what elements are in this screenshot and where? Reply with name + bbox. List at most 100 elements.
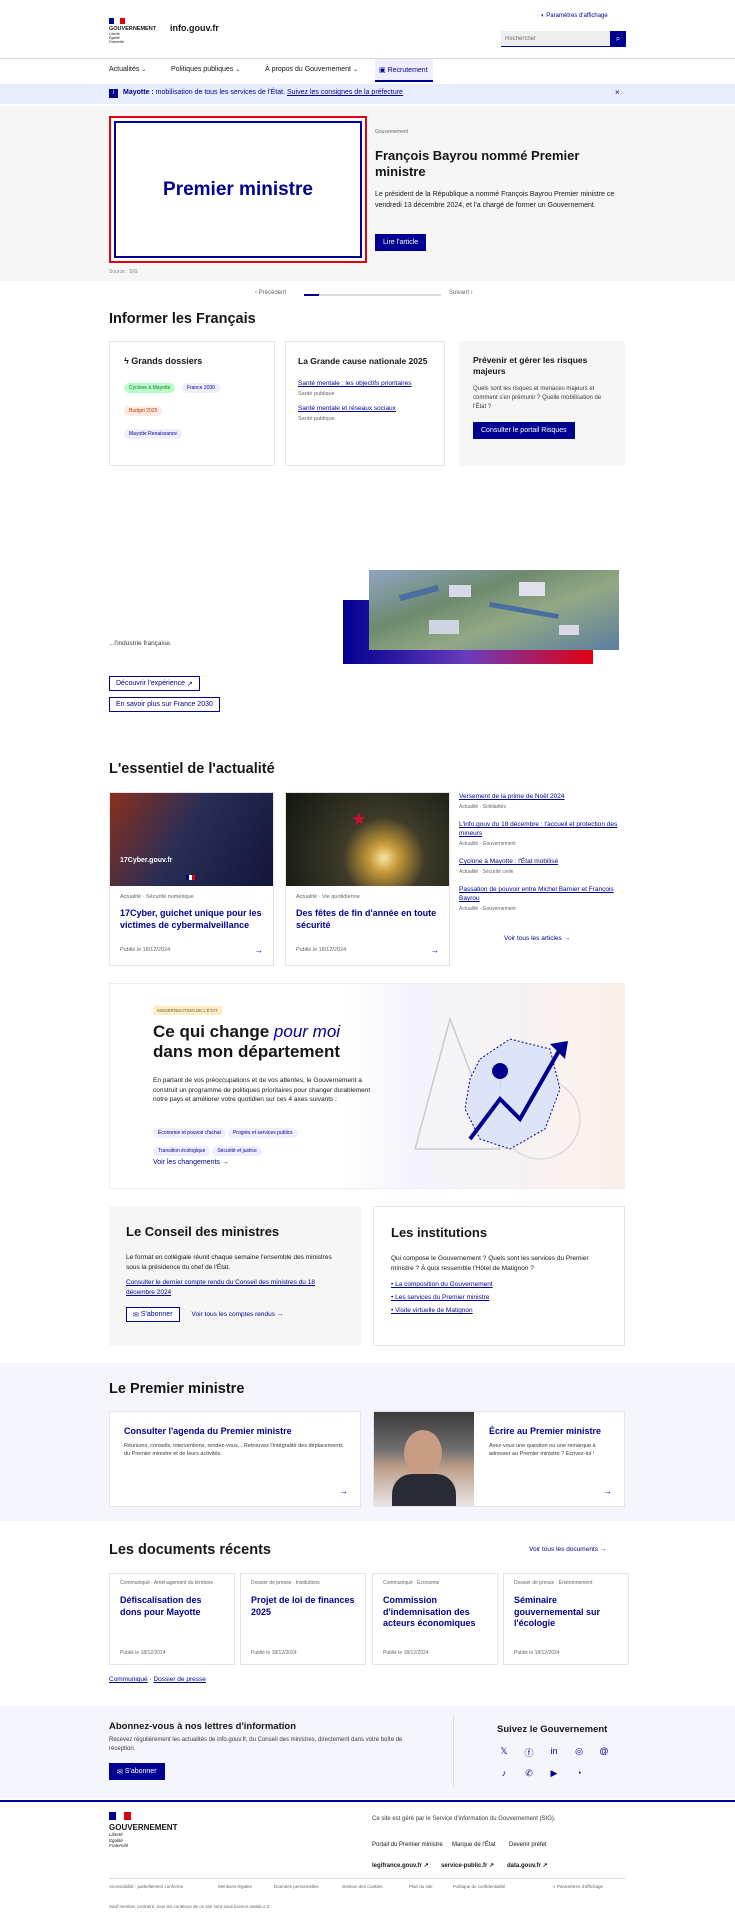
whatsapp-icon[interactable]: ✆ [523, 1768, 535, 1779]
alert-link[interactable]: Suivez les consignes de la préfecture [287, 89, 403, 96]
filter-communique[interactable]: Communiqué [109, 1676, 148, 1683]
cause-title: La Grande cause nationale 2025 [298, 356, 428, 366]
arrow-right-icon: → [219, 1159, 229, 1166]
footer-bottom-politique[interactable]: Politique de confidentialité [453, 1884, 505, 1889]
info-icon: i [109, 89, 118, 98]
actu-list-item-3[interactable]: Cyclone à Mayotte : l'État mobilisé [459, 857, 625, 866]
hero-credit: Source : SIG [109, 269, 138, 275]
institutions-link-1[interactable]: • La composition du Gouvernement [391, 1281, 607, 1288]
footer-bottom-plan[interactable]: Plan du site [409, 1884, 433, 1889]
cause-link-2[interactable]: Santé mentale et réseaux sociaux [298, 405, 432, 412]
display-settings-link[interactable]: ◐ Paramètres d'affichage [541, 13, 608, 19]
docs-filters: Communiqué · Dossier de presse [109, 1676, 206, 1683]
institutions-link-3[interactable]: • Visite virtuelle de Matignon [391, 1307, 607, 1314]
carousel-next[interactable]: Suivant › [449, 290, 473, 296]
carousel-prev[interactable]: ‹ Précédent [255, 290, 286, 296]
doc-card-3[interactable]: Communiqué · Économie Commission d'indemn… [372, 1573, 498, 1665]
newsletter-desc: Recevez régulièrement les actualités de … [109, 1737, 403, 1752]
carousel-indicators[interactable] [304, 294, 441, 296]
conseil-link[interactable]: Consulter le dernier compte rendu du Con… [126, 1278, 344, 1297]
footer-link-datagouv[interactable]: data.gouv.fr ↗ [507, 1862, 548, 1869]
hero-desc: Le président de la République a nommé Fr… [375, 191, 615, 209]
star-ornament-icon: ★ [351, 809, 368, 829]
search-button[interactable]: ⌕ [610, 31, 626, 47]
institutions-link-2[interactable]: • Les services du Premier ministre [391, 1294, 607, 1301]
hero-cta-button[interactable]: Lire l'article [375, 234, 427, 251]
briefcase-icon: ▣ [379, 67, 388, 74]
france2030-discover-button[interactable]: Découvrir l'expérience ↗ [109, 676, 200, 691]
actu-list-item-2[interactable]: L'info.gouv du 18 décembre : l'accueil e… [459, 820, 625, 838]
gov-logo[interactable]: GOUVERNEMENT Liberté Égalité Fraternité [109, 18, 159, 44]
france2030-more-button[interactable]: En savoir plus sur France 2030 [109, 697, 220, 712]
change-link[interactable]: Voir les changements → [153, 1159, 229, 1166]
doc-card-1[interactable]: Communiqué · Aménagement du territoire Dé… [109, 1573, 235, 1665]
hero-title[interactable]: François Bayrou nommé Premier ministre [375, 148, 605, 180]
footer-link-pm[interactable]: Portail du Premier ministre [372, 1842, 443, 1848]
footer-link-servicepublic[interactable]: service-public.fr ↗ [441, 1862, 494, 1869]
linkedin-icon[interactable]: in [548, 1746, 560, 1756]
risques-cta-button[interactable]: Consulter le portail Risques [473, 422, 575, 439]
footer-bottom-accessibility[interactable]: Accessibilité : partiellement conforme [109, 1884, 183, 1889]
nav-item-recrutement[interactable]: ▣ Recrutement [375, 59, 433, 82]
instagram-icon[interactable]: ◎ [573, 1746, 585, 1757]
tag-renaissance[interactable]: Mayotte Renaissance [124, 429, 183, 439]
nav-item-apropos[interactable]: À propos du Gouvernement ⌄ [265, 66, 358, 73]
doc-card-4[interactable]: Dossier de presse · Environnement Séminai… [503, 1573, 629, 1665]
actu-list-item-4[interactable]: Passation de pouvoir entre Michel Barnie… [459, 885, 625, 903]
search-input[interactable] [501, 31, 610, 47]
pm-section: Le Premier ministre Consulter l'agenda d… [0, 1363, 735, 1521]
change-tag-3[interactable]: Transition écologique [153, 1146, 211, 1156]
change-tag-1[interactable]: Économie et pouvoir d'achat [153, 1128, 226, 1138]
x-icon[interactable]: 𝕏 [498, 1746, 510, 1757]
rss-icon[interactable]: ◔ [573, 1768, 585, 1778]
external-link-icon: ↗ [487, 1863, 495, 1869]
footer-link-legifrance[interactable]: legifrance.gouv.fr ↗ [372, 1862, 429, 1869]
footer-settings-link[interactable]: ◐ Paramètres d'affichage [553, 1884, 603, 1889]
footer-bottom-donnees[interactable]: Données personnelles [274, 1884, 319, 1889]
tiktok-icon[interactable]: ♪ [498, 1768, 510, 1778]
actu-card-2-cat: Actualité · Vie quotidienne [296, 894, 360, 900]
footer-bottom-cookies[interactable]: Gestion des cookies [342, 1884, 383, 1889]
pm-agenda-desc: Réunions, conseils, interventions, rende… [124, 1443, 343, 1457]
actu-list-item-1[interactable]: Versement de la prime de Noël 2024 [459, 792, 625, 801]
site-name[interactable]: info.gouv.fr [170, 23, 219, 33]
change-tag-2[interactable]: Progrès et services publics [227, 1128, 298, 1138]
mail-icon: ✉ [117, 1768, 123, 1776]
footer-bottom-mentions[interactable]: Mentions légales [218, 1884, 252, 1889]
cause-link-1[interactable]: Santé mentale : les objectifs prioritair… [298, 380, 432, 387]
pm-agenda-card[interactable]: Consulter l'agenda du Premier ministre R… [109, 1411, 361, 1507]
tag-budget[interactable]: Budget 2025 [124, 406, 163, 416]
close-icon[interactable]: × [615, 88, 620, 97]
conseil-all-link[interactable]: Voir tous les comptes rendus → [192, 1311, 284, 1318]
actu-list-meta-4: Actualité · Gouvernement [459, 906, 516, 912]
pm-write-card[interactable]: Écrire au Premier ministre Avez-vous une… [373, 1411, 625, 1507]
filter-dossier[interactable]: Dossier de presse [153, 1676, 205, 1683]
tag-france2030[interactable]: France 2030 [181, 383, 220, 393]
footer-logo[interactable]: GOUVERNEMENT Liberté Égalité Fraternité [109, 1812, 177, 1849]
actu-all-link[interactable]: Voir tous les articles → [504, 935, 570, 942]
pm-write-desc: Avez-vous une question ou une remarque à… [489, 1443, 596, 1457]
nav-item-politiques[interactable]: Politiques publiques ⌄ [171, 66, 240, 73]
change-tag-4[interactable]: Sécurité et justice [212, 1146, 262, 1156]
conseil-card: Le Conseil des ministres Le format en co… [109, 1206, 361, 1346]
docs-title: Les documents récents [109, 1542, 271, 1558]
newsletter-subscribe-button[interactable]: ✉ S'abonner [109, 1763, 165, 1780]
footer-link-prefet[interactable]: Devenir préfet [509, 1842, 547, 1848]
threads-icon[interactable]: @ [598, 1746, 610, 1756]
youtube-icon[interactable]: ▶ [548, 1768, 560, 1779]
docs-all-link[interactable]: Voir tous les documents → [529, 1546, 606, 1553]
doc-title: Projet de loi de finances 2025 [251, 1595, 355, 1617]
actu-card-2-title: Des fêtes de fin d'année en toute sécuri… [296, 908, 437, 930]
newsletter-section: Abonnez-vous à nos lettres d'information… [0, 1706, 735, 1798]
chevron-down-icon: ⌄ [141, 67, 147, 73]
pm-title: Le Premier ministre [109, 1381, 245, 1397]
conseil-subscribe-button[interactable]: ✉ S'abonner [126, 1307, 180, 1322]
footer-link-marque[interactable]: Marque de l'État [452, 1842, 496, 1848]
tag-mayotte[interactable]: Cyclone à Mayotte [124, 383, 176, 393]
actu-card-1[interactable]: 17Cyber.gouv.fr Actualité · Sécurité num… [109, 792, 274, 966]
actu-card-2[interactable]: ★ Actualité · Vie quotidienne Des fêtes … [285, 792, 450, 966]
doc-card-2[interactable]: Dossier de presse · Institutions Projet d… [240, 1573, 366, 1665]
newsletter-title: Abonnez-vous à nos lettres d'information [109, 1721, 296, 1732]
facebook-icon[interactable]: ⓕ [523, 1746, 535, 1759]
nav-item-actualites[interactable]: Actualités ⌄ [109, 66, 146, 73]
